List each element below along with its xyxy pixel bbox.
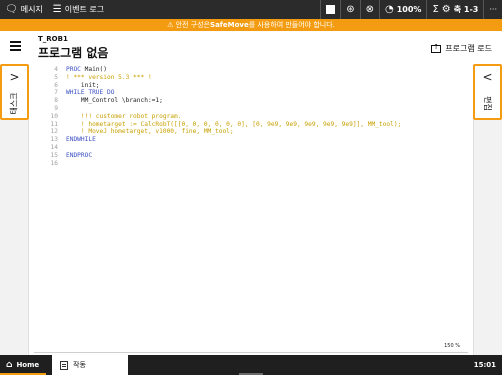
robot-state-button[interactable]: ⊛: [340, 0, 359, 19]
code-line[interactable]: 12 ! MoveJ hometarget, v1000, fine, MM_t…: [30, 128, 472, 136]
code-line[interactable]: 16: [30, 160, 472, 168]
speed-value: 100%: [396, 5, 422, 14]
banner-prefix: ⚠ 안전 구성은: [167, 21, 211, 29]
more-button[interactable]: ···: [483, 0, 502, 19]
line-number: 10: [50, 112, 58, 120]
code-text: ENDPROC: [66, 151, 93, 159]
code-lines: 4 PROC Main() 5! *** version 5.3 *** ! 6 in…: [30, 66, 472, 167]
code-line[interactable]: 14: [30, 144, 472, 152]
status-bar: 🗨 메시지 ☰ 이벤트 로그 ⊛ ⊗ ◔ 100% Σ ⚙ 축 1-3 ···: [0, 0, 502, 19]
safety-warning-banner: ⚠ 안전 구성은 SafeMove 를 사용하여 만들어야 합니다.: [0, 19, 502, 31]
code-line[interactable]: 11 ! hometarget := CalcRobT([[0, 0, 0, 0…: [30, 121, 472, 129]
code-text: Main(): [84, 66, 107, 73]
code-text: ENDWHILE: [66, 136, 96, 144]
code-text: ! MoveJ hometarget, v1000, fine, MM_tool…: [66, 128, 234, 136]
chevron-right-icon: >: [9, 70, 20, 84]
code-text: PROC: [66, 66, 85, 73]
code-line[interactable]: 7 WHILE TRUE DO: [30, 89, 472, 97]
line-number: 5: [54, 73, 58, 81]
events-button[interactable]: ☰ 이벤트 로그: [48, 0, 109, 19]
operate-icon: [60, 360, 68, 370]
code-line[interactable]: 5 ! *** version 5.3 *** !: [30, 74, 472, 82]
zoom-level: 150 %: [444, 343, 460, 349]
line-number: 8: [54, 97, 58, 105]
line-number: 12: [50, 128, 58, 136]
code-text: ! hometarget := CalcRobT([[0, 0, 0, 0, 0…: [66, 120, 402, 128]
code-text: WHILE TRUE DO: [66, 89, 115, 97]
code-text: !!! customer robot program.: [66, 112, 182, 120]
messages-label: 메시지: [20, 5, 43, 14]
code-editor[interactable]: 4 PROC Main() 5! *** version 5.3 *** ! 6 in…: [30, 64, 472, 355]
clock: 15:01: [473, 361, 496, 369]
axes-value: 축 1-3: [453, 5, 479, 14]
code-line[interactable]: 10 !!! customer robot program.: [30, 113, 472, 121]
code-line[interactable]: 13 ENDWHILE: [30, 136, 472, 144]
menu-icon[interactable]: [10, 41, 21, 51]
banner-suffix: 를 사용하여 만들어야 합니다.: [248, 21, 335, 29]
code-line[interactable]: 4 PROC Main(): [30, 66, 472, 74]
line-number: 16: [50, 159, 58, 167]
stop-square-icon: [326, 5, 336, 14]
code-line[interactable]: 9: [30, 105, 472, 113]
line-number: 15: [50, 151, 58, 159]
line-number: 6: [54, 81, 58, 89]
upload-icon: [431, 43, 442, 53]
program-header: T_ROB1 프로그램 없음 프로그램 로드: [0, 31, 502, 64]
motor-state-button[interactable]: ⊗: [359, 0, 379, 19]
chevron-left-icon: <: [482, 70, 493, 84]
edit-side-tab[interactable]: < 편집: [473, 64, 502, 120]
jog-button[interactable]: Σ ⚙ 축 1-3: [426, 0, 483, 19]
load-program-button[interactable]: 프로그램 로드: [431, 43, 492, 54]
home-button[interactable]: ⌂ Home: [6, 355, 39, 375]
right-side-panel: [473, 120, 502, 355]
jog-axes-icon: ⚙: [441, 3, 451, 15]
speedometer-icon: ◔: [385, 3, 394, 15]
horizontal-scrollbar[interactable]: [34, 352, 468, 353]
messages-button[interactable]: 🗨 메시지: [0, 0, 48, 19]
chat-bubble-icon: 🗨: [5, 3, 18, 15]
page-title: 프로그램 없음: [38, 46, 109, 60]
task-name: T_ROB1: [38, 35, 68, 43]
line-number: 9: [54, 104, 58, 112]
line-number: 4: [54, 66, 58, 73]
code-text: init;: [66, 81, 100, 89]
home-icon: ⌂: [6, 360, 13, 370]
line-number: 7: [54, 89, 58, 97]
status-indicators: ⊛ ⊗ ◔ 100% Σ ⚙ 축 1-3 ···: [320, 0, 502, 19]
taskbar: ⌂ Home 작동 15:01: [0, 355, 502, 375]
edit-tab-label: 편집: [482, 95, 492, 111]
tasks-side-tab[interactable]: > 태스크: [0, 64, 29, 120]
more-icon: ···: [489, 5, 497, 14]
sigma-icon: Σ: [432, 3, 439, 15]
code-line[interactable]: 15 ENDPROC: [30, 152, 472, 160]
stop-state-button[interactable]: [320, 0, 340, 19]
list-icon: ☰: [52, 3, 62, 15]
code-line[interactable]: 8 MM_Control \branch:=1;: [30, 97, 472, 105]
operate-app-tab[interactable]: 작동: [52, 355, 128, 375]
motor-icon: ⊗: [365, 3, 374, 15]
line-number: 11: [50, 120, 58, 128]
line-number: 13: [50, 136, 58, 144]
banner-highlight: SafeMove: [210, 21, 249, 29]
tasks-tab-label: 태스크: [10, 91, 19, 115]
line-number: 14: [50, 143, 58, 151]
speed-button[interactable]: ◔ 100%: [379, 0, 426, 19]
home-label: Home: [16, 361, 40, 369]
code-line[interactable]: 6 init;: [30, 82, 472, 90]
events-label: 이벤트 로그: [64, 5, 105, 14]
operate-label: 작동: [73, 361, 86, 369]
code-text: ! *** version 5.3 *** !: [66, 73, 152, 81]
load-program-label: 프로그램 로드: [445, 44, 492, 53]
robot-arm-icon: ⊛: [346, 3, 355, 15]
code-text: MM_Control \branch:=1;: [66, 97, 163, 105]
left-side-panel: [0, 120, 29, 355]
